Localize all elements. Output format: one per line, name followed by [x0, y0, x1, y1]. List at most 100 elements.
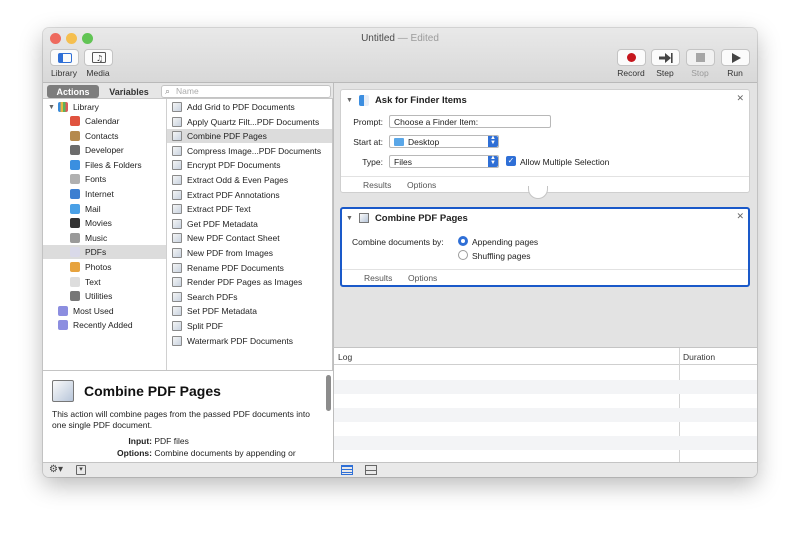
library-root-label: Library — [72, 102, 99, 112]
gear-icon[interactable]: ⚙▾ — [49, 464, 63, 475]
type-select[interactable]: Files ▲ ▼ — [389, 155, 499, 168]
action-item-label: Watermark PDF Documents — [187, 335, 293, 346]
options-label: Options: — [117, 448, 152, 458]
library-item-label: Calendar — [85, 116, 120, 126]
pdf-action-icon — [172, 131, 182, 142]
results-tab[interactable]: Results — [364, 273, 392, 283]
appending-radio[interactable] — [458, 236, 468, 246]
tab-variables[interactable]: Variables — [103, 85, 155, 98]
options-tab[interactable]: Options — [408, 273, 437, 283]
action-item[interactable]: Extract PDF Annotations — [167, 188, 332, 202]
description-scrollbar[interactable] — [326, 375, 331, 411]
library-item-label: Internet — [85, 189, 114, 199]
prompt-field[interactable]: Choose a Finder Item: — [389, 115, 551, 128]
finder-items-icon — [358, 94, 369, 106]
library-root[interactable]: ▼ Library — [48, 100, 99, 114]
media-button[interactable]: ♫ — [84, 49, 113, 66]
record-icon — [627, 53, 636, 62]
library-item-text[interactable]: Text — [43, 275, 166, 289]
close-icon[interactable]: ✕ — [736, 211, 744, 222]
music-icon — [70, 232, 80, 243]
log-column-header[interactable]: Log — [338, 352, 352, 362]
close-icon[interactable]: ✕ — [736, 93, 744, 104]
action-item[interactable]: Rename PDF Documents — [167, 261, 332, 275]
action-item[interactable]: Render PDF Pages as Images — [167, 275, 332, 289]
action-item-label: Search PDFs — [187, 291, 238, 302]
action-item-label: Combine PDF Pages — [187, 131, 267, 142]
library-toggle-button[interactable] — [50, 49, 79, 66]
action-item[interactable]: Combine PDF Pages — [167, 129, 332, 144]
library-most-used[interactable]: Most Used — [58, 304, 114, 318]
library-item-mail[interactable]: Mail — [43, 202, 166, 216]
library-item-label: Photos — [85, 262, 112, 272]
tab-actions[interactable]: Actions — [47, 85, 99, 98]
action-item[interactable]: Encrypt PDF Documents — [167, 158, 332, 172]
card-header: ▼ Combine PDF Pages — [346, 209, 468, 227]
library-item-pdfs[interactable]: PDFs — [43, 245, 166, 260]
library-item-calendar[interactable]: Calendar — [43, 114, 166, 128]
start-at-select[interactable]: Desktop ▲ ▼ — [389, 135, 499, 148]
action-item-label: Compress Image...PDF Documents — [187, 145, 322, 156]
library-recently-added[interactable]: Recently Added — [58, 318, 133, 332]
allow-multiple-checkbox[interactable]: ✓ — [506, 156, 516, 166]
library-item-developer[interactable]: Developer — [43, 143, 166, 157]
action-item-label: Encrypt PDF Documents — [187, 160, 281, 171]
shuffling-radio[interactable] — [458, 250, 468, 260]
media-icon: ♫ — [91, 52, 106, 63]
library-item-movies[interactable]: Movies — [43, 216, 166, 230]
library-item-label: Fonts — [85, 174, 107, 185]
stop-icon — [696, 53, 705, 62]
action-item[interactable]: Add Grid to PDF Documents — [167, 100, 332, 114]
search-input[interactable]: ⌕ Name — [161, 85, 331, 98]
most-used-label: Most Used — [73, 306, 114, 316]
pdf-action-icon — [172, 306, 182, 317]
library-item-internet[interactable]: Internet — [43, 187, 166, 201]
stop-button[interactable] — [686, 49, 715, 66]
action-item[interactable]: Compress Image...PDF Documents — [167, 144, 332, 158]
action-item[interactable]: Search PDFs — [167, 290, 332, 304]
action-item[interactable]: Extract PDF Text — [167, 202, 332, 216]
stop-label: Stop — [691, 68, 709, 78]
pdf-action-icon — [172, 262, 182, 273]
list-view-icon[interactable] — [341, 465, 353, 475]
library-item-music[interactable]: Music — [43, 231, 166, 245]
step-button[interactable] — [651, 49, 680, 66]
duration-column-header[interactable]: Duration — [683, 352, 715, 362]
action-item[interactable]: New PDF Contact Sheet — [167, 231, 332, 245]
flow-view-icon[interactable] — [365, 465, 377, 475]
results-tab[interactable]: Results — [363, 180, 391, 190]
description-body: This action will combine pages from the … — [52, 409, 310, 430]
text-icon — [70, 276, 80, 287]
action-item[interactable]: New PDF from Images — [167, 246, 332, 260]
start-at-label: Start at: — [353, 137, 383, 147]
options-tab[interactable]: Options — [407, 180, 436, 190]
library-item-label: Developer — [85, 145, 124, 156]
action-item[interactable]: Watermark PDF Documents — [167, 334, 332, 348]
library-item-utilities[interactable]: Utilities — [43, 289, 166, 303]
library-item-contacts[interactable]: Contacts — [43, 129, 166, 143]
action-item-label: Add Grid to PDF Documents — [187, 102, 295, 112]
pdf-action-icon — [172, 102, 182, 112]
action-card-combine-pdf-pages[interactable]: ▼ Combine PDF Pages ✕ Combine documents … — [340, 207, 750, 287]
log-row — [334, 408, 757, 422]
pdf-action-icon — [172, 218, 182, 229]
globe-icon — [70, 189, 80, 199]
library-item-fonts[interactable]: Fonts — [43, 172, 166, 186]
pdf-action-icon — [172, 248, 182, 258]
appending-label: Appending pages — [472, 237, 539, 247]
action-item[interactable]: Extract Odd & Even Pages — [167, 173, 332, 187]
workflow-area: ▼ Ask for Finder Items ✕ Prompt: Choose … — [333, 83, 757, 347]
action-item[interactable]: Apply Quartz Filt...PDF Documents — [167, 115, 332, 129]
action-item[interactable]: Get PDF Metadata — [167, 217, 332, 231]
library-item-photos[interactable]: Photos — [43, 260, 166, 274]
action-card-ask-for-finder-items[interactable]: ▼ Ask for Finder Items ✕ Prompt: Choose … — [340, 89, 750, 193]
library-item-label: Text — [85, 276, 101, 287]
action-item[interactable]: Set PDF Metadata — [167, 304, 332, 318]
pdf-action-icon — [172, 189, 182, 200]
library-item-files-folders[interactable]: Files & Folders — [43, 158, 166, 172]
action-item[interactable]: Split PDF — [167, 319, 332, 333]
record-button[interactable] — [617, 49, 646, 66]
card-title: Combine PDF Pages — [374, 212, 468, 224]
description-toggle-icon[interactable]: ▾ — [76, 465, 86, 475]
run-button[interactable] — [721, 49, 750, 66]
